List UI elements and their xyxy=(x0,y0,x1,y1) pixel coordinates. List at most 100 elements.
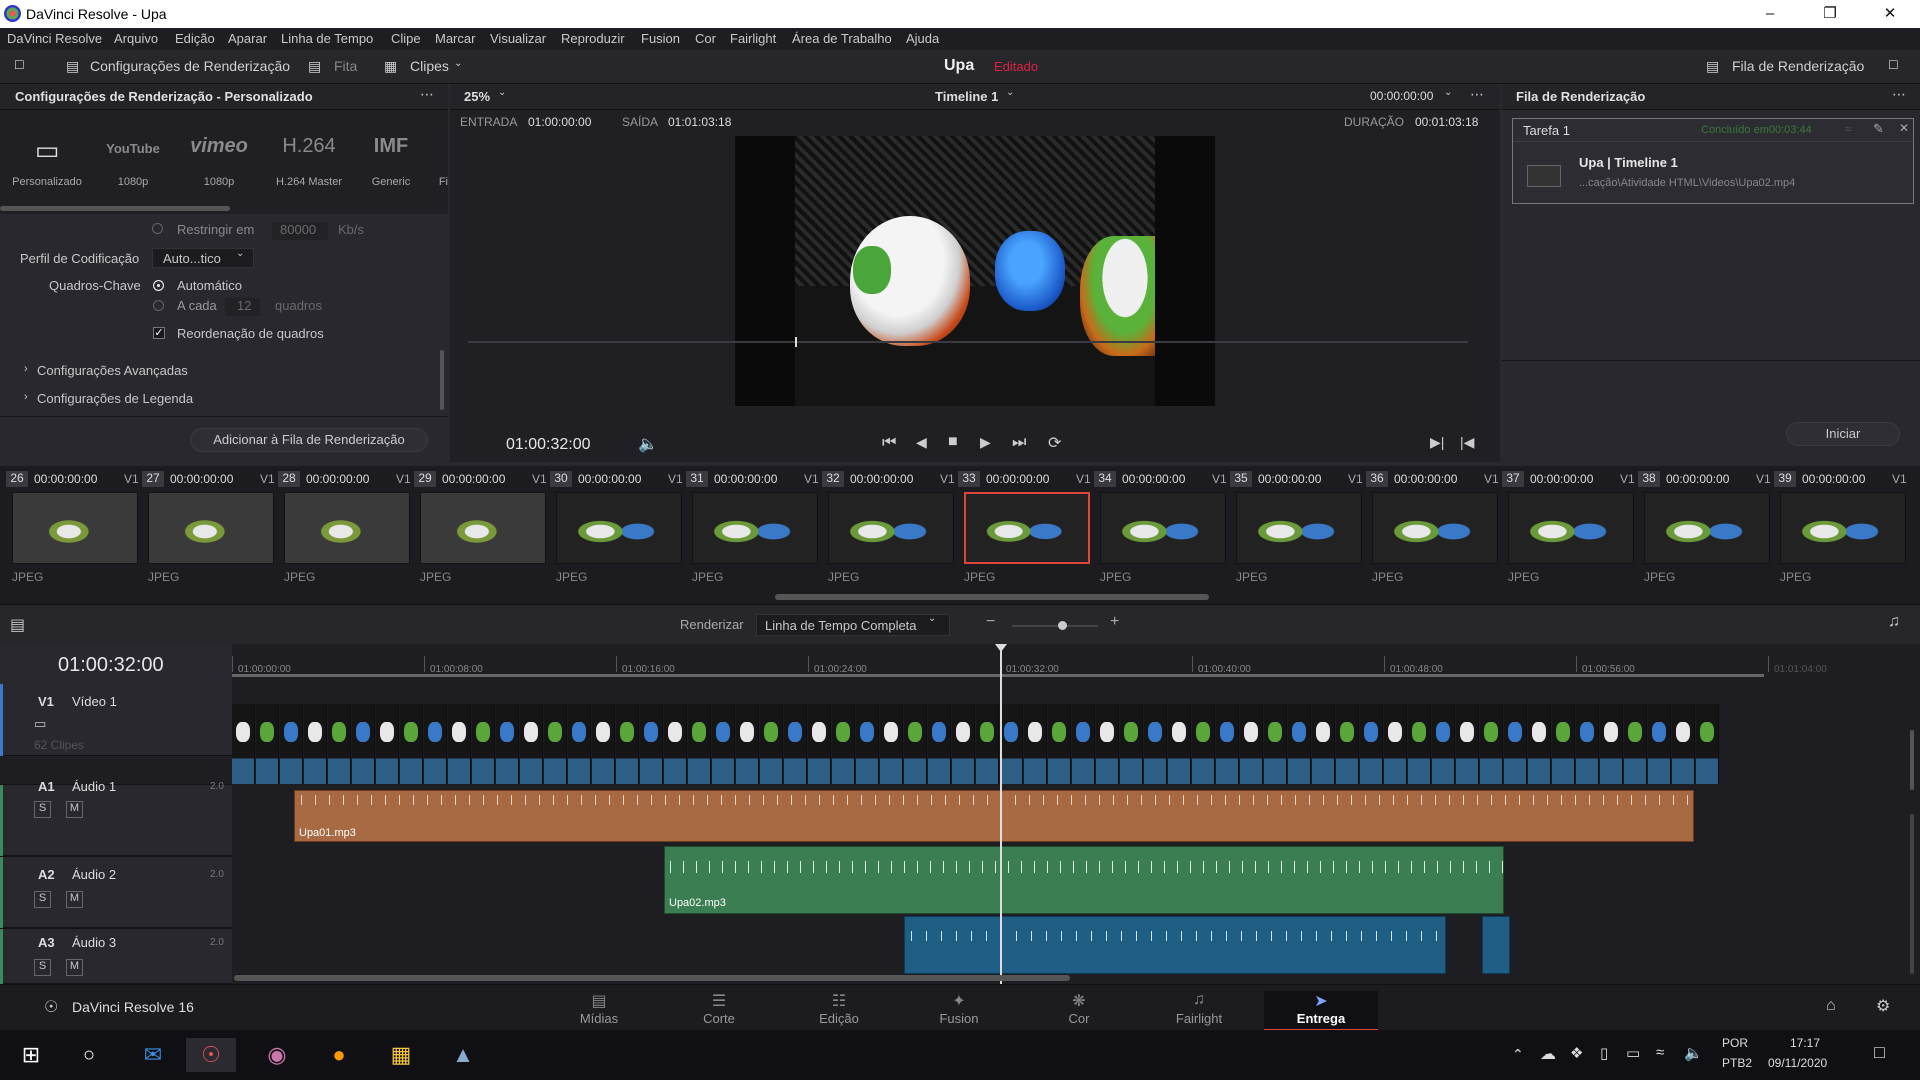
gear-icon[interactable]: ⚙ xyxy=(1876,996,1890,1016)
video-clip[interactable] xyxy=(808,704,831,784)
music-note-icon[interactable]: ♫ xyxy=(1888,613,1900,631)
render-range-dropdown[interactable]: Linha de Tempo Completa xyxy=(756,614,950,636)
menu-davinci[interactable]: DaVinci Resolve xyxy=(7,31,102,46)
monitor-icon[interactable]: ▭ xyxy=(34,716,46,732)
menu-fairlight[interactable]: Fairlight xyxy=(730,31,776,46)
video-clip[interactable] xyxy=(1432,704,1455,784)
video-clip[interactable] xyxy=(1672,704,1695,784)
timeline-h-scrollbar[interactable] xyxy=(234,975,1070,981)
video-clip[interactable] xyxy=(1600,704,1623,784)
video-clip[interactable] xyxy=(712,704,735,784)
chevron-up-icon[interactable]: ⌃ xyxy=(1512,1046,1524,1063)
render-settings-button[interactable]: Configurações de Renderização xyxy=(90,58,290,74)
video-clip[interactable] xyxy=(304,704,327,784)
audio-v-scrollbar[interactable] xyxy=(1910,814,1914,974)
video-clip[interactable] xyxy=(640,704,663,784)
clock-date[interactable]: 09/11/2020 xyxy=(1768,1056,1827,1070)
video-clip[interactable] xyxy=(1576,704,1599,784)
davinci-taskbar-icon[interactable]: ☉ xyxy=(186,1038,236,1072)
solo-button[interactable]: S xyxy=(34,891,51,908)
wifi-icon[interactable]: ≈ xyxy=(1656,1044,1664,1061)
lang-primary[interactable]: POR xyxy=(1722,1036,1748,1050)
clip-thumbnail[interactable]: 27 00:00:00:00 V1 JPEG xyxy=(142,466,278,596)
nav-fairlight[interactable]: ♫ Fairlight xyxy=(1144,991,1254,1026)
video-clip[interactable] xyxy=(1072,704,1095,784)
video-clip[interactable] xyxy=(592,704,615,784)
video-clip[interactable] xyxy=(280,704,303,784)
loop-icon[interactable]: ⟳ xyxy=(1048,433,1061,453)
maximize-icon[interactable]: ❐ xyxy=(1800,0,1860,28)
timeline-playhead[interactable] xyxy=(1000,644,1002,984)
video-clip[interactable] xyxy=(232,704,255,784)
video-clip[interactable] xyxy=(856,704,879,784)
menu-marcar[interactable]: Marcar xyxy=(435,31,475,46)
dropbox-icon[interactable]: ❖ xyxy=(1570,1044,1583,1062)
nav-cor[interactable]: ❋ Cor xyxy=(1024,991,1134,1026)
windows-start-icon[interactable]: ⊞ xyxy=(6,1038,56,1072)
video-clip[interactable] xyxy=(928,704,951,784)
video-clip[interactable] xyxy=(568,704,591,784)
menu-fusion[interactable]: Fusion xyxy=(641,31,680,46)
mute-button[interactable]: M xyxy=(66,891,83,908)
auto-radio[interactable] xyxy=(153,280,164,291)
zoom-in-icon[interactable]: + xyxy=(1110,613,1119,631)
app-icon[interactable]: ▲ xyxy=(438,1038,488,1072)
render-queue-button[interactable]: Fila de Renderização xyxy=(1732,58,1864,74)
video-clip[interactable] xyxy=(1624,704,1647,784)
nav-corte[interactable]: ☰ Corte xyxy=(664,991,774,1026)
prev-edit-icon[interactable]: |◀ xyxy=(1460,434,1474,451)
clip-thumbnail[interactable]: 37 00:00:00:00 V1 JPEG xyxy=(1502,466,1638,596)
edit-icon[interactable]: ✎ xyxy=(1873,121,1884,137)
zoom-slider[interactable] xyxy=(1012,625,1098,627)
firefox-icon[interactable]: ● xyxy=(314,1038,364,1072)
preset-personalizado[interactable]: ▭ Personalizado xyxy=(2,110,92,210)
render-job-card[interactable]: Tarefa 1 Concluído em00:03:44 ≈ ✎ ✕ Upa … xyxy=(1512,118,1914,204)
video-clip[interactable] xyxy=(1456,704,1479,784)
preset-h264[interactable]: H.264 H.264 Master xyxy=(264,110,354,210)
menu-area-de-trabalho[interactable]: Área de Trabalho xyxy=(792,31,892,46)
menu-arquivo[interactable]: Arquivo xyxy=(114,31,158,46)
video-clip[interactable] xyxy=(1168,704,1191,784)
video-clip[interactable] xyxy=(1504,704,1527,784)
video-clip[interactable] xyxy=(736,704,759,784)
subtitle-settings[interactable]: Configurações de Legenda xyxy=(37,391,193,406)
close-icon[interactable]: ✕ xyxy=(1899,121,1909,135)
video-clip[interactable] xyxy=(1360,704,1383,784)
clip-thumbnail[interactable]: 30 00:00:00:00 V1 JPEG xyxy=(550,466,686,596)
video-clip[interactable] xyxy=(1528,704,1551,784)
video-clip[interactable] xyxy=(496,704,519,784)
speaker-icon[interactable]: 🔈 xyxy=(1684,1044,1703,1062)
menu-clipe[interactable]: Clipe xyxy=(391,31,421,46)
video-clip[interactable] xyxy=(880,704,903,784)
video-clip[interactable] xyxy=(664,704,687,784)
every-input[interactable]: 12 xyxy=(225,298,260,316)
video-clip[interactable] xyxy=(1384,704,1407,784)
nav-midias[interactable]: ▤ Mídias xyxy=(544,991,654,1026)
video-clip[interactable] xyxy=(760,704,783,784)
video-clip[interactable] xyxy=(1552,704,1575,784)
video-clip[interactable] xyxy=(1192,704,1215,784)
options-icon[interactable]: ⋯ xyxy=(420,86,434,103)
video-clip[interactable] xyxy=(328,704,351,784)
zoom-out-icon[interactable]: − xyxy=(986,613,995,631)
track-name[interactable]: Áudio 2 xyxy=(72,867,116,882)
close-icon[interactable]: ✕ xyxy=(1860,0,1920,28)
video-clip[interactable] xyxy=(1288,704,1311,784)
video-clip[interactable] xyxy=(400,704,423,784)
volume-icon[interactable]: 🔈 xyxy=(638,434,658,454)
video-clip[interactable] xyxy=(1408,704,1431,784)
video-clip[interactable] xyxy=(1648,704,1671,784)
preset-vimeo[interactable]: vimeo 1080p xyxy=(174,110,264,210)
nav-entrega[interactable]: ➤ Entrega xyxy=(1264,991,1378,1031)
stop-icon[interactable]: ■ xyxy=(948,433,958,451)
timeline-view-icon[interactable]: ▤ xyxy=(10,615,25,635)
video-clip[interactable] xyxy=(1024,704,1047,784)
skip-to-end-icon[interactable]: ⏭ xyxy=(1012,434,1026,452)
mic-icon[interactable]: ▯ xyxy=(1600,1044,1608,1062)
video-clip[interactable] xyxy=(1240,704,1263,784)
timeline-name[interactable]: Timeline 1 xyxy=(935,89,998,104)
video-clip[interactable] xyxy=(1144,704,1167,784)
zoom-slider-handle[interactable] xyxy=(1058,621,1067,630)
video-clip[interactable] xyxy=(904,704,927,784)
settings-scrollbar[interactable] xyxy=(440,350,444,410)
